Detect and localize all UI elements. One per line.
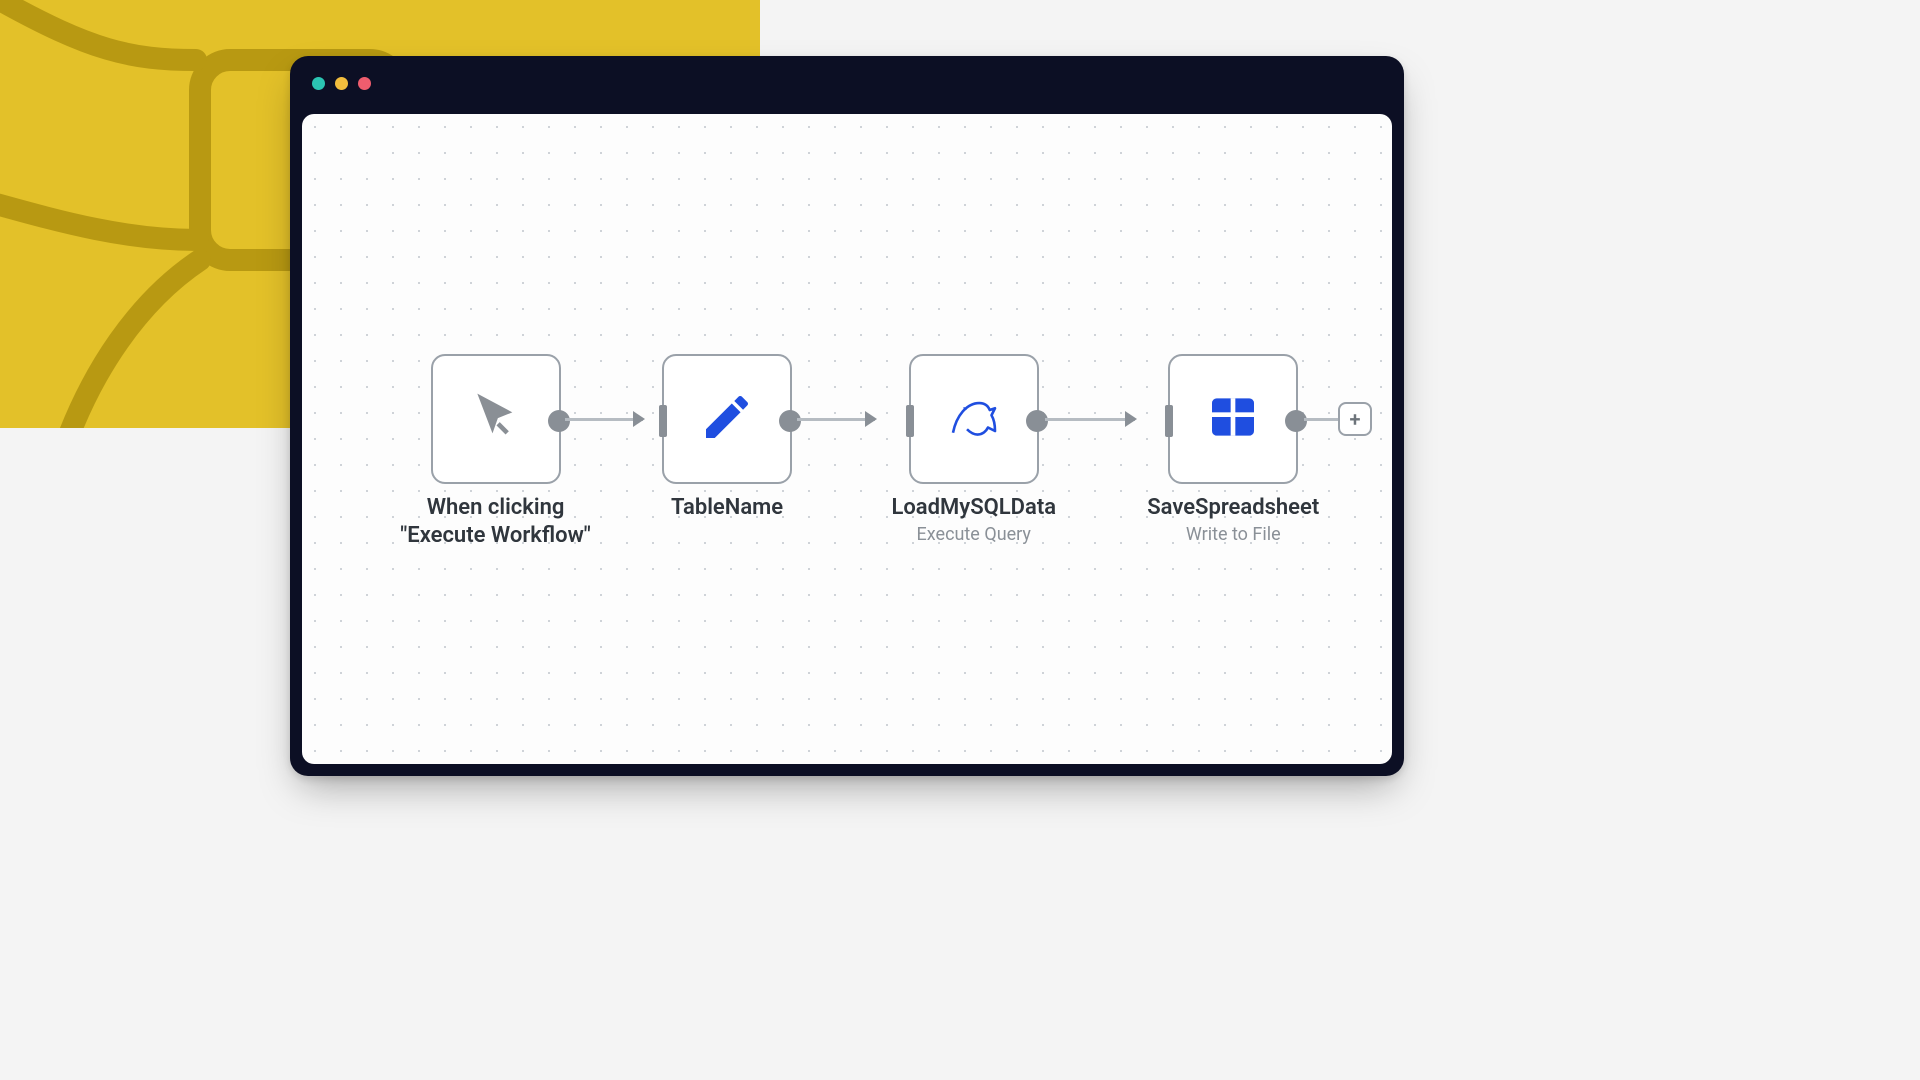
node-box[interactable] [662, 354, 792, 484]
node-title: SaveSpreadsheet [1147, 494, 1319, 522]
node-subtitle: Write to File [1186, 524, 1281, 545]
traffic-light-minimize-icon[interactable] [335, 77, 348, 90]
connector-to-add [1304, 354, 1338, 484]
spreadsheet-icon [1205, 389, 1261, 449]
connector [565, 354, 643, 484]
workflow-canvas[interactable]: When clicking "Execute Workflow" TableNa… [302, 114, 1392, 764]
dolphin-icon [946, 389, 1002, 449]
input-port[interactable] [659, 405, 667, 437]
stage: When clicking "Execute Workflow" TableNa… [0, 0, 1525, 858]
node-title: When clicking "Execute Workflow" [386, 494, 606, 549]
node-title: TableName [671, 494, 783, 522]
input-port[interactable] [1165, 405, 1173, 437]
node-subtitle: Execute Query [917, 524, 1031, 545]
cursor-icon [468, 389, 524, 449]
node-mysql[interactable]: LoadMySQLData Execute Query [875, 354, 1073, 545]
node-box[interactable] [431, 354, 561, 484]
traffic-light-close-icon[interactable] [312, 77, 325, 90]
node-title: LoadMySQLData [891, 494, 1056, 522]
node-spreadsheet[interactable]: SaveSpreadsheet Write to File [1135, 354, 1333, 545]
app-window: When clicking "Execute Workflow" TableNa… [290, 56, 1404, 776]
output-port[interactable] [779, 410, 801, 432]
connector [797, 354, 875, 484]
connector [1045, 354, 1135, 484]
node-tablename[interactable]: TableName [643, 354, 811, 522]
output-port[interactable] [1026, 410, 1048, 432]
plus-icon: + [1350, 407, 1361, 431]
workflow-flow: When clicking "Execute Workflow" TableNa… [322, 354, 1372, 549]
pencil-icon [699, 389, 755, 449]
traffic-light-zoom-icon[interactable] [358, 77, 371, 90]
output-port[interactable] [548, 410, 570, 432]
node-box[interactable] [909, 354, 1039, 484]
input-port[interactable] [906, 405, 914, 437]
add-node-button[interactable]: + [1338, 402, 1372, 436]
node-box[interactable] [1168, 354, 1298, 484]
window-titlebar [290, 56, 371, 110]
